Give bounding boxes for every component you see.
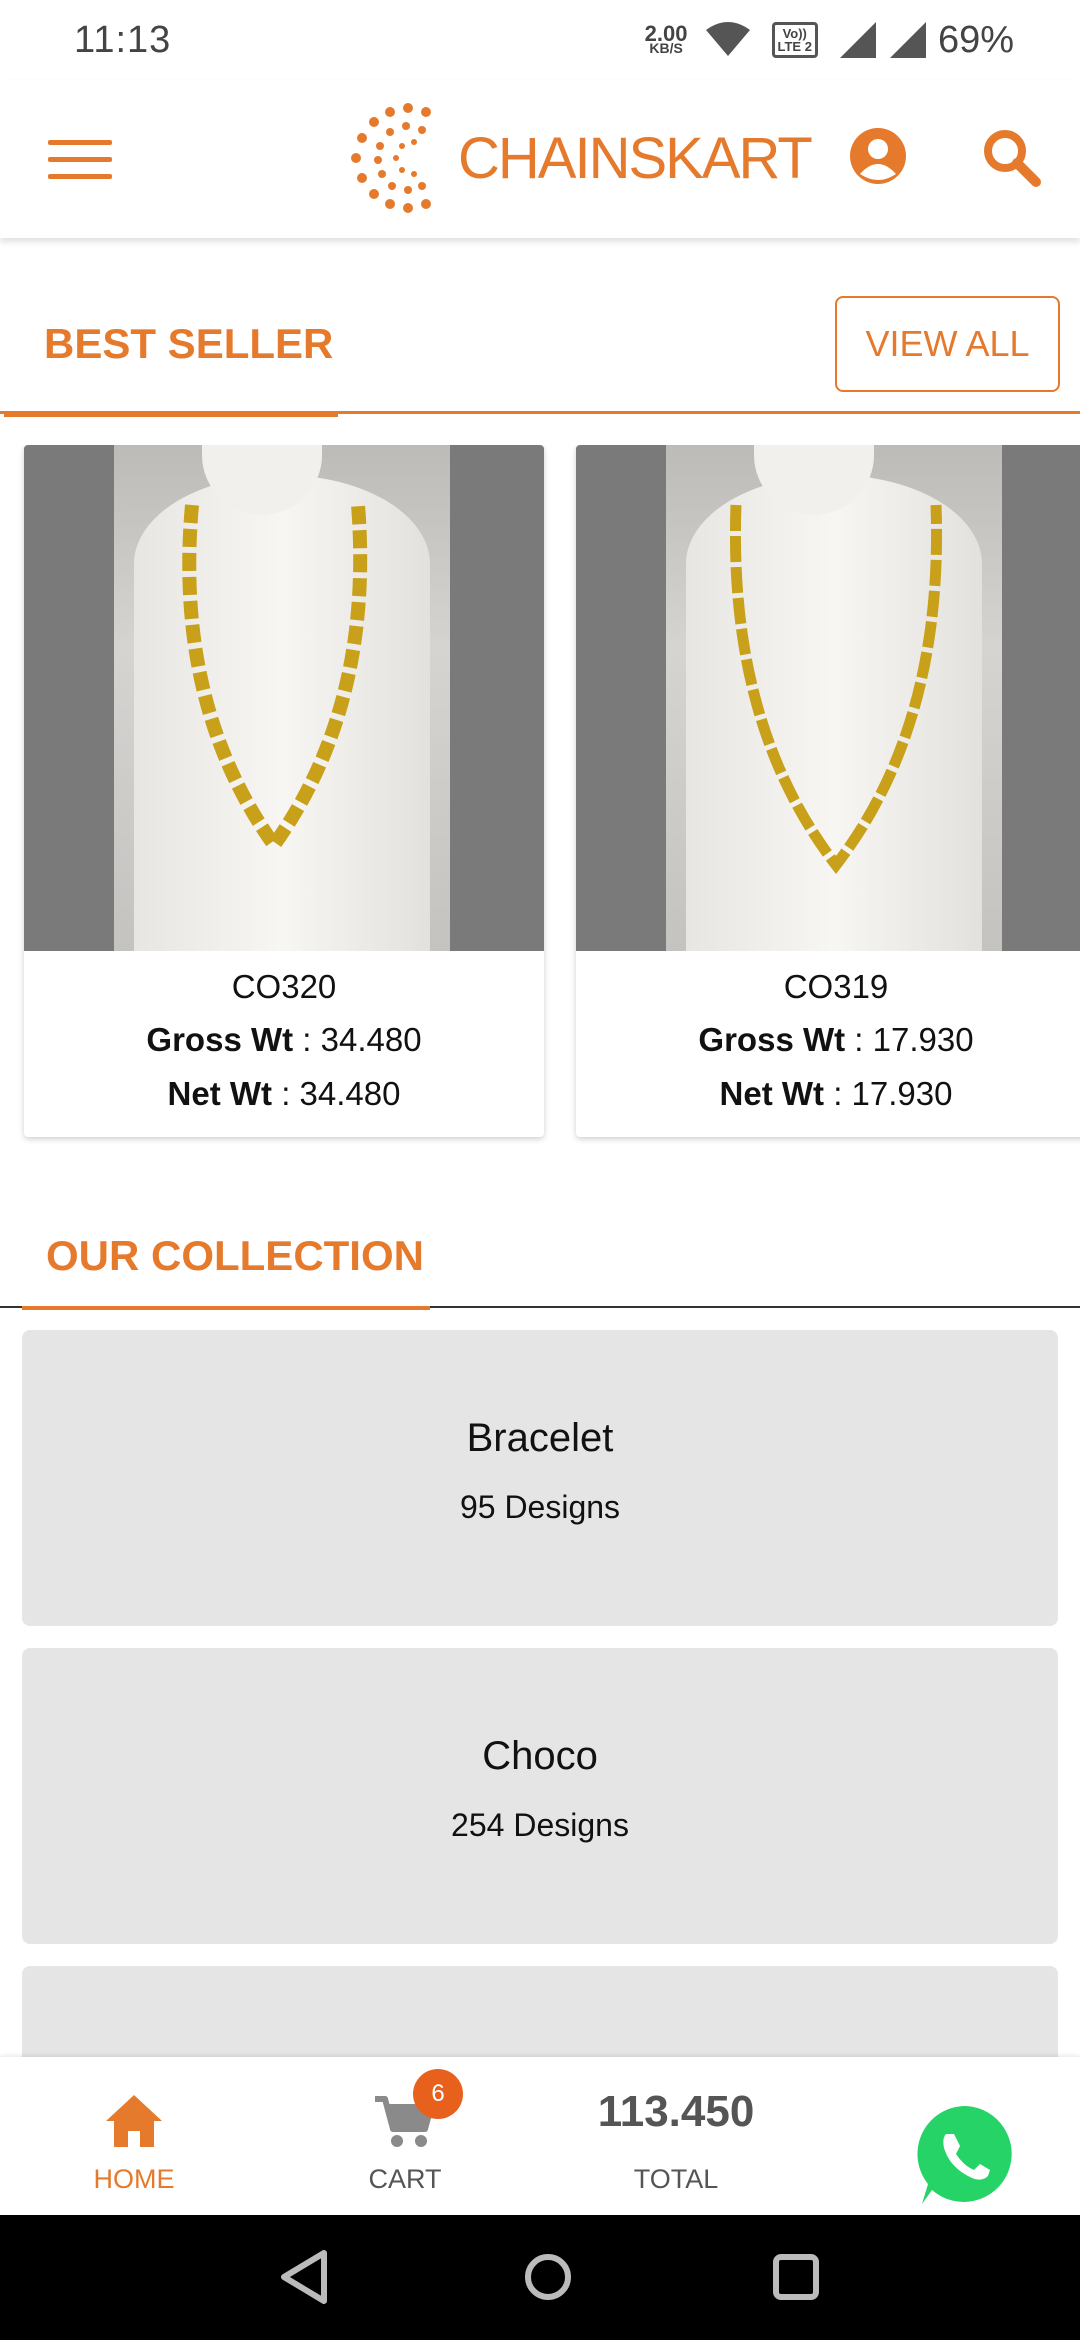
cart-count-badge: 6 bbox=[413, 2069, 463, 2119]
product-net-weight: Net Wt : 34.480 bbox=[24, 1067, 544, 1121]
app-header: CHAINSKART bbox=[0, 80, 1080, 238]
product-code: CO319 bbox=[783, 968, 889, 1005]
logo-dots-icon bbox=[351, 103, 431, 213]
hamburger-menu-icon[interactable] bbox=[48, 140, 112, 184]
product-info: CO319 Gross Wt : 17.930 Net Wt : 17.930 bbox=[576, 951, 1080, 1121]
product-net-weight: Net Wt : 17.930 bbox=[576, 1067, 1080, 1121]
whatsapp-icon[interactable] bbox=[902, 2092, 1030, 2220]
network-speed-unit: KB/S bbox=[649, 40, 683, 57]
product-card[interactable]: CO320 Gross Wt : 34.480 Net Wt : 34.480 bbox=[24, 445, 544, 1137]
home-icon bbox=[106, 2095, 162, 2147]
product-image bbox=[576, 445, 1080, 951]
chainskart-logo[interactable]: CHAINSKART bbox=[350, 102, 813, 214]
collection-title[interactable]: OUR COLLECTION bbox=[46, 1232, 424, 1280]
product-code: CO320 bbox=[231, 968, 337, 1005]
home-circle-icon[interactable] bbox=[516, 2245, 580, 2309]
collection-header: OUR COLLECTION bbox=[0, 1190, 1080, 1310]
collection-card-bracelet[interactable]: Bracelet 95 Designs bbox=[22, 1330, 1058, 1626]
collection-name: Choco bbox=[482, 1734, 598, 1778]
product-image bbox=[24, 445, 544, 951]
collection-card-choco[interactable]: Choco 254 Designs bbox=[22, 1648, 1058, 1944]
signal-icon-2 bbox=[889, 22, 926, 58]
nav-total-label: TOTAL bbox=[633, 2164, 719, 2194]
gross-weight-value: : 17.930 bbox=[854, 1021, 974, 1058]
best-seller-title[interactable]: BEST SELLER bbox=[44, 320, 333, 368]
product-gross-weight: Gross Wt : 34.480 bbox=[24, 1013, 544, 1067]
volte-icon: Vo)) LTE 2 bbox=[771, 22, 818, 58]
volte-line2: LTE 2 bbox=[777, 39, 812, 54]
best-seller-carousel[interactable]: CO320 Gross Wt : 34.480 Net Wt : 34.480 … bbox=[0, 445, 1080, 1145]
status-time: 11:13 bbox=[74, 18, 172, 61]
status-bar: 11:13 2.00 KB/S Vo)) LTE 2 69% bbox=[0, 0, 1080, 80]
collection-name: Bracelet bbox=[466, 1416, 614, 1460]
gross-weight-value: : 34.480 bbox=[302, 1021, 422, 1058]
gross-weight-label: Gross Wt bbox=[698, 1021, 846, 1058]
search-icon[interactable] bbox=[980, 126, 1042, 188]
net-weight-value: : 17.930 bbox=[833, 1075, 953, 1112]
user-profile-icon[interactable] bbox=[848, 126, 908, 186]
bottom-navigation: HOME 6 CART 113.450 TOTAL bbox=[0, 2057, 1080, 2216]
battery-percent: 69% bbox=[937, 18, 1014, 61]
gross-weight-label: Gross Wt bbox=[146, 1021, 294, 1058]
view-all-button[interactable]: VIEW ALL bbox=[835, 296, 1060, 392]
nav-total[interactable]: 113.450 TOTAL bbox=[566, 2057, 786, 2215]
cart-total-value: 113.450 bbox=[597, 2087, 755, 2136]
nav-cart-label: CART bbox=[368, 2164, 442, 2194]
product-card[interactable]: CO319 Gross Wt : 17.930 Net Wt : 17.930 bbox=[576, 445, 1080, 1137]
best-seller-header: BEST SELLER VIEW ALL bbox=[0, 296, 1080, 417]
wifi-icon bbox=[705, 22, 750, 56]
product-info: CO320 Gross Wt : 34.480 Net Wt : 34.480 bbox=[24, 951, 544, 1121]
recents-square-icon[interactable] bbox=[764, 2245, 828, 2309]
back-triangle-icon[interactable] bbox=[272, 2245, 336, 2309]
best-seller-underline bbox=[4, 411, 338, 417]
product-gross-weight: Gross Wt : 17.930 bbox=[576, 1013, 1080, 1067]
nav-home-label: HOME bbox=[93, 2164, 175, 2194]
logo-text: CHAINSKART bbox=[458, 125, 813, 191]
status-icons: 2.00 KB/S Vo)) LTE 2 69% bbox=[645, 19, 1014, 62]
collection-design-count: 95 Designs bbox=[459, 1489, 621, 1525]
collection-underline bbox=[22, 1306, 430, 1310]
system-navigation-bar bbox=[0, 2215, 1080, 2340]
collection-design-count: 254 Designs bbox=[451, 1807, 629, 1843]
net-weight-value: : 34.480 bbox=[281, 1075, 401, 1112]
nav-home[interactable]: HOME bbox=[24, 2057, 244, 2215]
signal-icon-1 bbox=[839, 22, 876, 58]
net-weight-label: Net Wt bbox=[167, 1075, 273, 1112]
network-speed: 2.00 KB/S bbox=[645, 22, 688, 57]
nav-cart[interactable]: 6 CART bbox=[295, 2057, 515, 2215]
net-weight-label: Net Wt bbox=[719, 1075, 825, 1112]
